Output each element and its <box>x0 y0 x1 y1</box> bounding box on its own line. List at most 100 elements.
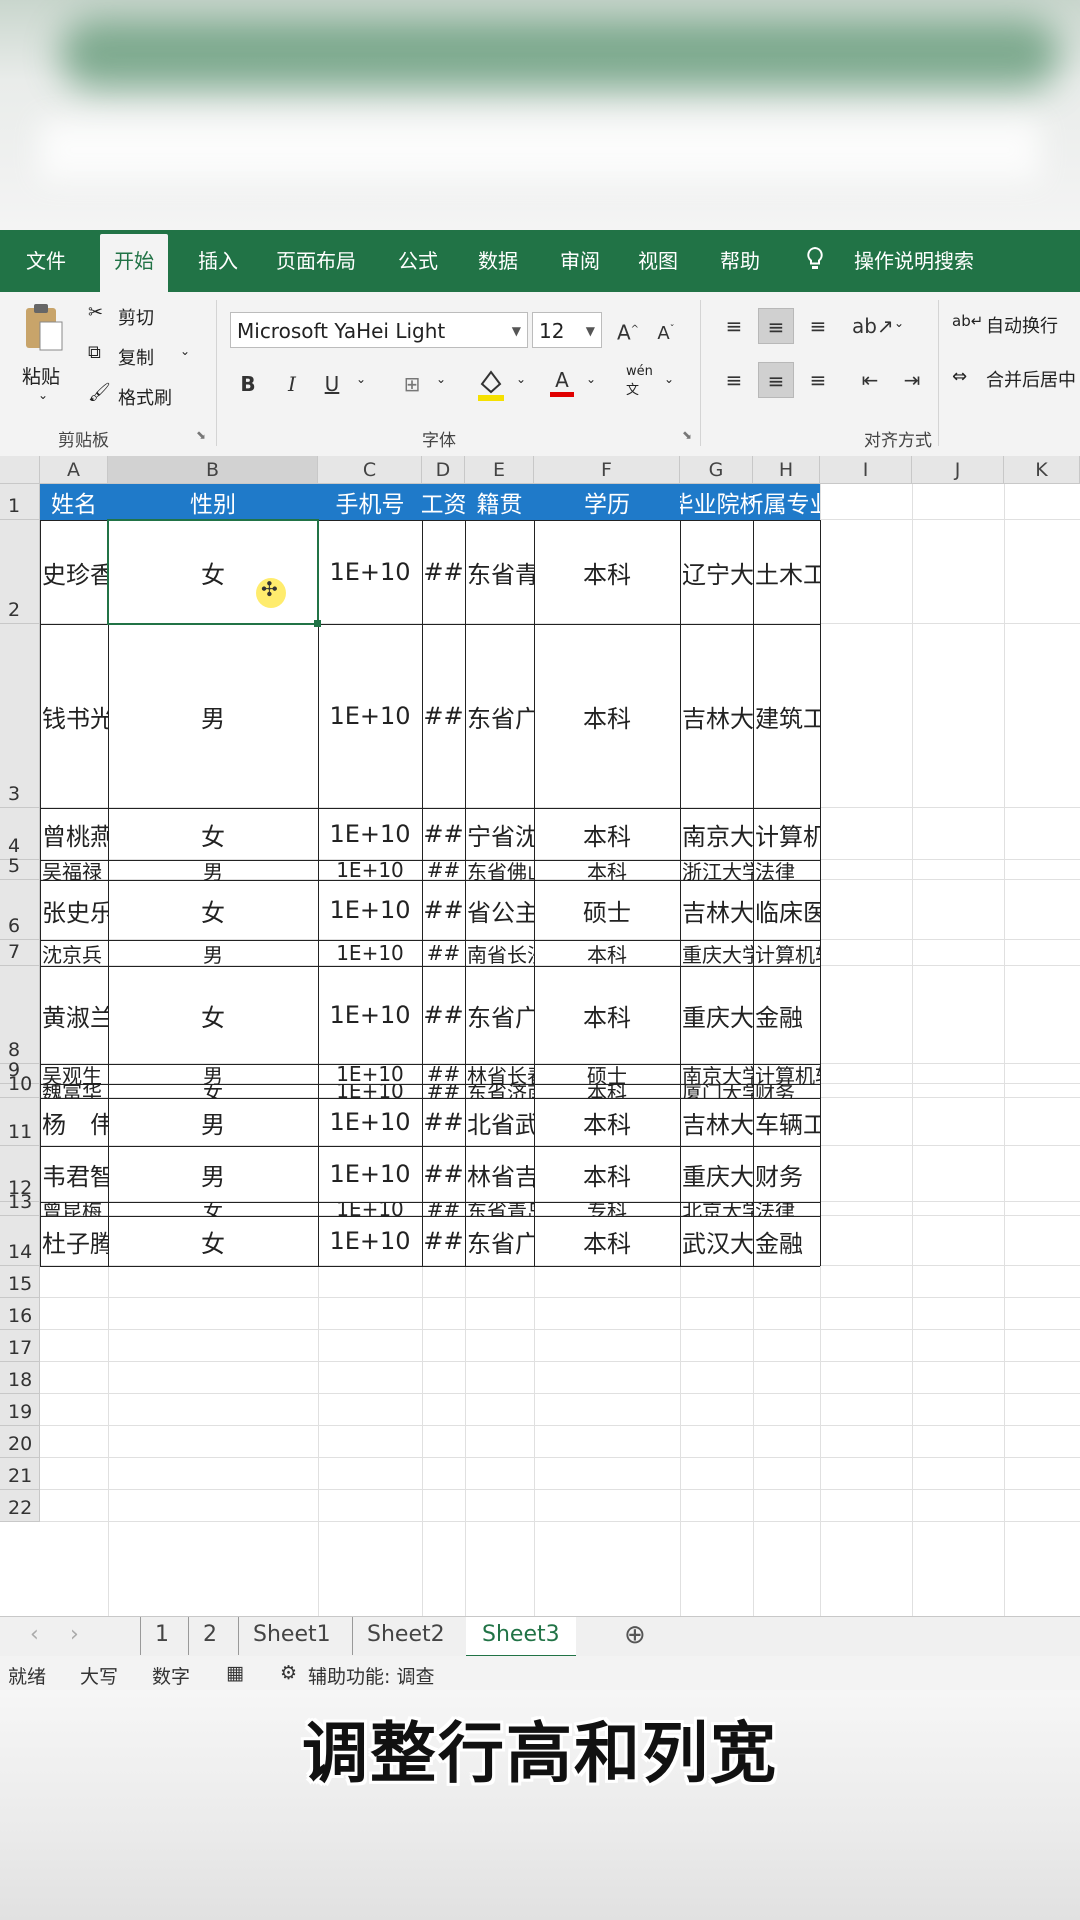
table-cell[interactable]: 1E+10 <box>318 940 422 966</box>
row-header-5[interactable]: 5 <box>0 855 40 880</box>
tab-view[interactable]: 视图 <box>624 230 692 292</box>
decrease-indent-icon[interactable]: ⇤ <box>852 362 888 398</box>
table-cell[interactable]: 男 <box>108 1064 318 1084</box>
wrap-text-button[interactable]: 自动换行 <box>986 312 1058 338</box>
table-cell[interactable]: 南京大学 <box>680 1064 753 1084</box>
cut-icon[interactable]: ✂ <box>88 302 103 323</box>
table-cell[interactable]: 本科 <box>534 624 680 808</box>
table-cell[interactable]: 女 <box>108 808 318 860</box>
column-header-a[interactable]: A <box>40 456 108 484</box>
add-sheet-icon[interactable]: ⊕ <box>624 1617 646 1655</box>
table-cell[interactable]: 女 <box>108 880 318 940</box>
column-header-h[interactable]: H <box>753 456 820 484</box>
copy-icon[interactable]: ⧉ <box>88 342 101 363</box>
table-cell[interactable]: 辽宁大学 <box>680 520 753 624</box>
table-cell[interactable]: 硕士 <box>534 880 680 940</box>
table-cell[interactable]: 东省青岛 <box>465 1202 534 1216</box>
table-cell[interactable]: 1E+10 <box>318 1064 422 1084</box>
align-right-icon[interactable]: ≡ <box>800 362 836 398</box>
header-cell-f[interactable]: 学历 <box>534 484 680 520</box>
table-cell[interactable]: 1E+10 <box>318 966 422 1064</box>
search-help-input[interactable]: 操作说明搜索 <box>840 230 988 292</box>
table-cell[interactable]: 1E+10 <box>318 1216 422 1266</box>
sheet-tab-sheet3[interactable]: Sheet3 <box>466 1617 576 1658</box>
table-cell[interactable]: 本科 <box>534 520 680 624</box>
font-name-select[interactable]: Microsoft YaHei Light ▼ <box>230 312 528 348</box>
row-header-16[interactable]: 16 <box>0 1298 40 1330</box>
table-cell[interactable]: 吉林大学 <box>680 880 753 940</box>
row-header-19[interactable]: 19 <box>0 1394 40 1426</box>
table-cell[interactable]: 本科 <box>534 1216 680 1266</box>
copy-dropdown-icon[interactable]: ⌄ <box>180 344 190 358</box>
table-cell[interactable]: 韦君智 <box>40 1146 108 1202</box>
font-size-select[interactable]: 12 ▼ <box>532 312 602 348</box>
header-cell-c[interactable]: 手机号 <box>318 484 422 520</box>
format-painter-icon[interactable]: 🖌 <box>88 382 111 403</box>
increase-indent-icon[interactable]: ⇥ <box>894 362 930 398</box>
table-cell[interactable]: 1E+10 <box>318 860 422 880</box>
clipboard-launcher-icon[interactable]: ⬊ <box>196 428 206 442</box>
tab-page-layout[interactable]: 页面布局 <box>262 230 370 292</box>
table-cell[interactable]: 林省长春 <box>465 1064 534 1084</box>
table-cell[interactable]: 武汉大学 <box>680 1216 753 1266</box>
table-cell[interactable]: 1E+10 <box>318 808 422 860</box>
select-all-corner[interactable] <box>0 456 40 484</box>
table-cell[interactable]: 女 <box>108 966 318 1064</box>
font-color-button[interactable]: A <box>544 362 580 398</box>
column-header-f[interactable]: F <box>534 456 680 484</box>
worksheet-grid[interactable]: A B C D E F G H I J K 1 2 3 4 5 6 7 8 9 10 11 12 13 14 15 16 17 18 19… <box>0 456 1080 1616</box>
table-cell[interactable]: 厦门大学 <box>680 1084 753 1098</box>
table-cell[interactable]: 法律 <box>753 1202 820 1216</box>
table-cell[interactable]: 林省吉林 <box>465 1146 534 1202</box>
table-cell[interactable]: 南省长沙 <box>465 940 534 967</box>
font-launcher-icon[interactable]: ⬊ <box>682 428 692 442</box>
decrease-font-size-button[interactable]: Aˇ <box>648 312 684 348</box>
sheet-tab-2[interactable]: 2 <box>188 1617 217 1655</box>
table-cell[interactable]: 1E+10 <box>318 880 422 940</box>
column-header-i[interactable]: I <box>820 456 912 484</box>
tab-file[interactable]: 文件 <box>12 230 80 292</box>
table-cell[interactable]: ## <box>422 1202 465 1216</box>
table-cell[interactable]: 曾桃燕 <box>40 808 108 860</box>
row-header-1[interactable]: 1 <box>0 484 40 520</box>
format-painter-button[interactable]: 格式刷 <box>118 384 172 410</box>
table-cell[interactable]: 1E+10 <box>318 624 422 808</box>
table-cell[interactable]: 男 <box>108 624 318 808</box>
table-cell[interactable]: 计算机软件 <box>753 1064 820 1084</box>
table-cell[interactable]: ## <box>422 520 465 624</box>
table-cell[interactable]: 男 <box>108 1146 318 1202</box>
row-header-7[interactable]: 7 <box>0 940 40 966</box>
tab-data[interactable]: 数据 <box>464 230 532 292</box>
table-cell[interactable]: 本科 <box>534 940 680 967</box>
fill-handle[interactable] <box>314 620 321 627</box>
row-header-13[interactable]: 13 <box>0 1191 40 1216</box>
table-cell[interactable]: 女 <box>108 1216 318 1266</box>
table-cell[interactable]: 沈京兵 <box>40 940 108 967</box>
column-header-c[interactable]: C <box>318 456 422 484</box>
table-cell[interactable]: 本科 <box>534 860 680 880</box>
table-cell[interactable]: 法律 <box>753 860 820 880</box>
column-header-j[interactable]: J <box>912 456 1004 484</box>
row-header-10[interactable]: 10 <box>0 1073 40 1098</box>
sheet-tab-sheet2[interactable]: Sheet2 <box>352 1617 445 1655</box>
table-cell[interactable]: 东省青岛 <box>465 520 534 624</box>
table-cell[interactable]: 东省济南 <box>465 1084 534 1098</box>
align-bottom-icon[interactable]: ≡ <box>800 308 836 344</box>
italic-button[interactable]: I <box>274 366 310 402</box>
table-cell[interactable]: 财务 <box>753 1146 820 1202</box>
increase-font-size-button[interactable]: A^ <box>610 312 646 348</box>
table-cell[interactable]: 1E+10 <box>318 1146 422 1202</box>
table-cell[interactable]: ## <box>422 860 465 880</box>
borders-icon[interactable]: ⊞ <box>394 366 430 402</box>
table-cell[interactable]: 临床医学 <box>753 880 820 940</box>
table-cell[interactable]: 1E+10 <box>318 1202 422 1216</box>
row-header-18[interactable]: 18 <box>0 1362 40 1394</box>
table-cell[interactable]: 吉林大学 <box>680 1098 753 1146</box>
row-header-2[interactable]: 2 <box>0 520 40 624</box>
table-cell[interactable]: 北省武汉 <box>465 1098 534 1146</box>
row-header-11[interactable]: 11 <box>0 1098 40 1146</box>
table-cell[interactable]: 钱书光 <box>40 624 108 808</box>
table-cell[interactable]: 1E+10 <box>318 520 422 624</box>
align-left-icon[interactable]: ≡ <box>716 362 752 398</box>
header-cell-h[interactable]: 所属专业 <box>753 484 820 520</box>
